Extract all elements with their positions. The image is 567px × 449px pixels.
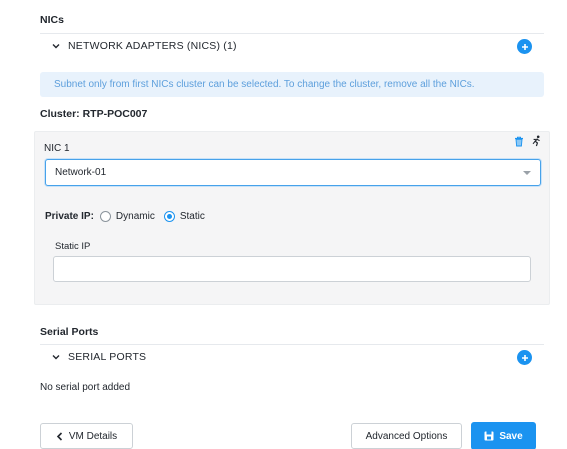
advanced-options-label: Advanced Options xyxy=(365,430,448,442)
nics-collapse-label[interactable]: NETWORK ADAPTERS (NICS) (1) xyxy=(68,40,237,52)
trash-icon[interactable] xyxy=(512,134,526,148)
static-ip-input[interactable] xyxy=(53,256,531,282)
dynamic-radio-label[interactable]: Dynamic xyxy=(116,211,155,222)
private-ip-row: Private IP: Dynamic Static xyxy=(45,211,214,222)
cluster-label: Cluster: RTP-POC007 xyxy=(40,108,148,120)
save-label: Save xyxy=(499,430,523,442)
static-radio-label[interactable]: Static xyxy=(180,211,205,222)
chevron-down-icon[interactable] xyxy=(50,354,62,360)
add-serial-port-button[interactable] xyxy=(517,350,532,365)
serial-ports-divider xyxy=(40,344,544,345)
nic-title: NIC 1 xyxy=(44,143,70,154)
add-nic-button[interactable] xyxy=(517,39,532,54)
advanced-options-button[interactable]: Advanced Options xyxy=(351,423,462,449)
serial-ports-collapse-label[interactable]: SERIAL PORTS xyxy=(68,351,146,363)
vm-details-back-label: VM Details xyxy=(68,430,118,442)
nics-section-title: NICs xyxy=(40,14,64,26)
static-radio[interactable] xyxy=(163,211,175,222)
network-select-value: Network-01 xyxy=(55,167,107,178)
nics-divider xyxy=(40,33,544,34)
plus-icon xyxy=(521,354,528,361)
serial-ports-collapse-header[interactable]: SERIAL PORTS xyxy=(40,346,544,368)
network-select[interactable]: Network-01 xyxy=(45,159,541,186)
nics-collapse-header[interactable]: NETWORK ADAPTERS (NICS) (1) xyxy=(40,35,544,57)
serial-ports-empty-text: No serial port added xyxy=(40,382,131,393)
chevron-down-icon[interactable] xyxy=(50,43,62,49)
nic-card: NIC 1 Network-01 Private IP: Dynamic Sta… xyxy=(34,131,550,305)
vm-details-back-button[interactable]: VM Details xyxy=(40,423,133,449)
private-ip-label: Private IP: xyxy=(45,211,94,222)
save-button[interactable]: Save xyxy=(471,422,536,449)
serial-ports-section-title: Serial Ports xyxy=(40,326,99,338)
caret-down-icon[interactable] xyxy=(523,171,531,175)
cluster-info-banner: Subnet only from first NICs cluster can … xyxy=(40,72,544,97)
static-ip-label: Static IP xyxy=(55,241,91,252)
chevron-left-icon xyxy=(56,431,62,441)
floppy-disk-icon xyxy=(484,431,494,441)
plus-icon xyxy=(521,43,528,50)
running-person-icon[interactable] xyxy=(529,134,543,148)
dynamic-radio[interactable] xyxy=(99,211,111,222)
